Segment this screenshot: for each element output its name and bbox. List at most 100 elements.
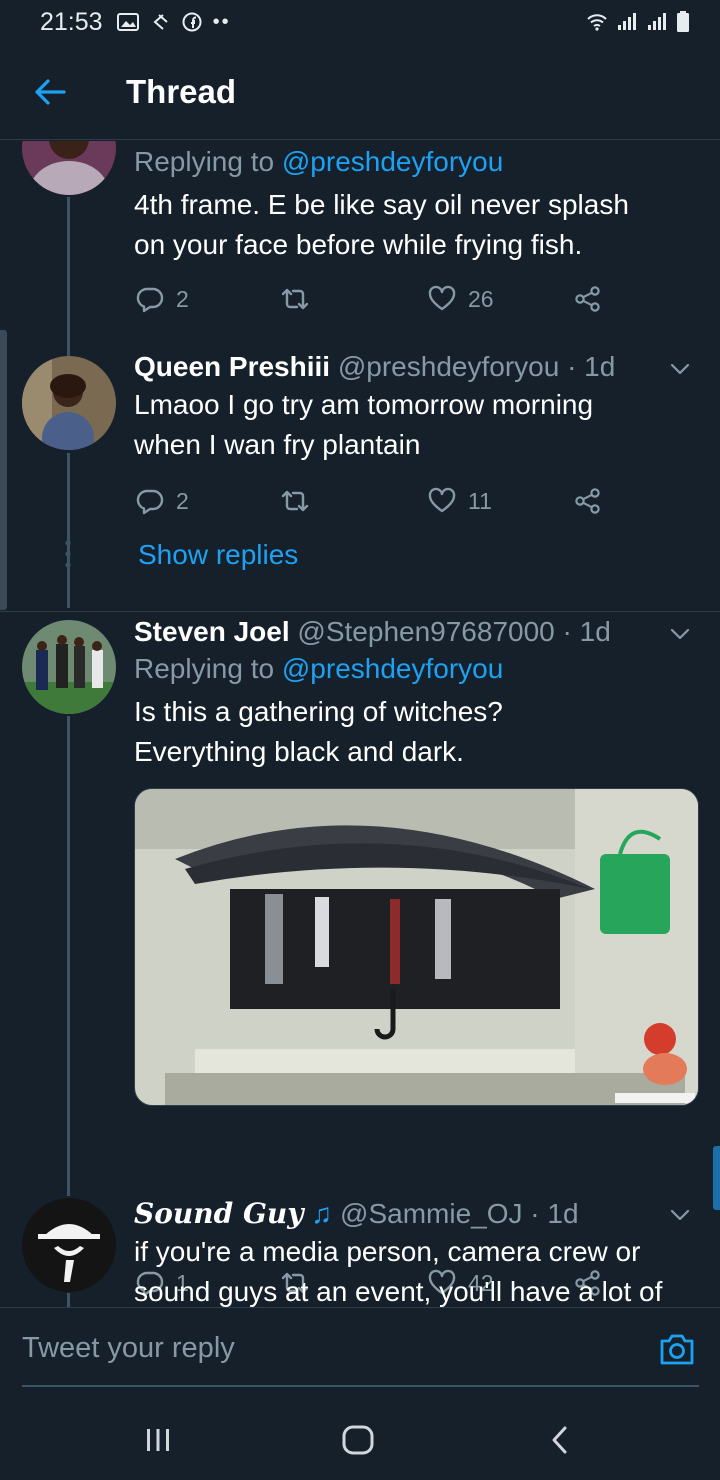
status-right-icons [586, 11, 690, 33]
music-note-icon: ♫ [311, 1198, 333, 1229]
tweet-time: · 1d [562, 616, 611, 647]
retweet-button[interactable] [280, 285, 310, 313]
tweet-text-line: sound guys at an event, you'll have a lo… [134, 1276, 663, 1307]
tweet-meta: Sound Guy ♫ @Sammie_OJ · 1d [134, 1197, 700, 1230]
tweet-actions: 2 26 [134, 279, 634, 319]
tweet-time: · 1d [530, 1198, 579, 1229]
reply-count: 2 [176, 285, 189, 312]
tweet-text: if you're a media person, camera crew or… [134, 1232, 700, 1307]
thread-dots-icon [65, 540, 71, 568]
tweet-text-line: if you're a media person, camera crew or [134, 1236, 641, 1267]
thread-list[interactable]: Replying to @preshdeyforyou 4th frame. E… [0, 141, 720, 1307]
chevron-left-icon [552, 1426, 567, 1454]
tweet-text-line: 4th frame. E be like say oil never splas… [134, 189, 629, 220]
system-nav-bar [0, 1400, 720, 1480]
tweet-3[interactable]: Steven Joel @Stephen97687000 · 1d Replyi… [0, 612, 720, 1297]
back-button[interactable] [22, 64, 78, 120]
replying-to: Replying to @preshdeyforyou [134, 143, 700, 181]
show-replies-link[interactable]: Show replies [138, 539, 298, 571]
author-name[interactable]: Steven Joel [134, 616, 290, 647]
replying-to: Replying to @preshdeyforyou [134, 650, 700, 688]
retweet-button[interactable] [280, 487, 310, 515]
battery-icon [677, 11, 689, 32]
like-button[interactable]: 11 [428, 487, 492, 515]
thread-header: Thread [0, 44, 720, 140]
tweet-2[interactable]: Queen Preshiii @preshdeyforyou · 1d Lmao… [0, 341, 720, 608]
status-time: 21:53 [40, 7, 103, 36]
tweet-text: Is this a gathering of witches? Everythi… [134, 692, 700, 772]
retweet-icon [281, 288, 309, 310]
gallery-icon [116, 13, 139, 31]
share-icon [575, 286, 600, 312]
tweet-image[interactable] [134, 788, 699, 1106]
tweet-actions: 2 11 [134, 481, 634, 521]
avatar[interactable] [22, 1198, 116, 1292]
thread-line [67, 716, 70, 1196]
author-name[interactable]: Sound Guy [134, 1197, 303, 1230]
like-button[interactable]: 26 [428, 285, 494, 313]
author-name[interactable]: Queen Preshiii [134, 351, 330, 382]
reply-button[interactable]: 2 [136, 285, 189, 313]
author-handle[interactable]: @Stephen97687000 [297, 616, 554, 647]
tweet-1[interactable]: Replying to @preshdeyforyou 4th frame. E… [0, 141, 720, 347]
mention-link[interactable]: @preshdeyforyou [282, 146, 503, 177]
tweet-4[interactable]: Sound Guy ♫ @Sammie_OJ · 1d if you're a … [0, 1193, 720, 1307]
camera-icon [660, 1334, 694, 1365]
tweet-time: · 1d [567, 351, 616, 382]
scrollbar-thumb[interactable] [713, 1146, 720, 1210]
retweet-icon [281, 490, 309, 512]
author-handle[interactable]: @Sammie_OJ [340, 1198, 522, 1229]
left-edge-handle[interactable] [0, 330, 7, 610]
facebook-icon [182, 12, 202, 32]
author-handle[interactable]: @preshdeyforyou [338, 351, 559, 382]
wifi-icon [587, 14, 607, 31]
signal-2-icon [648, 13, 666, 30]
tweet-text: 4th frame. E be like say oil never splas… [134, 185, 700, 265]
heart-icon [428, 487, 456, 513]
status-bar: 21:53 •• [0, 0, 720, 44]
tweet-text-line: Is this a gathering of witches? [134, 696, 503, 727]
home-icon [342, 1425, 374, 1455]
reply-input[interactable]: Tweet your reply [22, 1308, 642, 1388]
reply-composer: Tweet your reply [0, 1307, 720, 1387]
chevron-down-icon[interactable] [668, 622, 692, 646]
recent-apps-icon [147, 1429, 169, 1451]
like-count: 26 [468, 285, 494, 312]
share-button[interactable] [574, 487, 602, 515]
reply-prefix: Replying to [134, 653, 275, 684]
avatar[interactable] [22, 620, 116, 714]
tweet-text-line: on your face before while frying fish. [134, 229, 583, 260]
home-button[interactable] [338, 1420, 378, 1460]
tweet-text-line: Lmaoo I go try am tomorrow morning [134, 389, 594, 420]
missed-call-icon [153, 14, 168, 30]
reply-count: 2 [176, 487, 189, 514]
tweet-text-line: Everything black and dark. [134, 736, 464, 767]
status-left-icons: •• [116, 10, 231, 34]
chevron-down-icon[interactable] [668, 357, 692, 381]
signal-icon [618, 13, 636, 30]
thread-line [67, 341, 70, 357]
avatar[interactable] [22, 141, 116, 195]
thread-line [67, 1293, 70, 1307]
page-title: Thread [126, 72, 237, 110]
tweet-meta: Steven Joel @Stephen97687000 · 1d [134, 616, 700, 648]
like-count: 11 [468, 487, 492, 514]
reply-button[interactable]: 2 [136, 487, 189, 515]
more-notifications-icon: •• [212, 10, 231, 33]
thread-line [67, 197, 70, 347]
back-nav-button[interactable] [540, 1420, 580, 1460]
arrow-left-icon [35, 78, 66, 105]
chevron-down-icon[interactable] [668, 1203, 692, 1227]
avatar[interactable] [22, 356, 116, 450]
share-icon [575, 488, 600, 514]
camera-button[interactable] [658, 1330, 696, 1368]
recent-apps-button[interactable] [138, 1420, 178, 1460]
share-button[interactable] [574, 285, 602, 313]
umbrella-photo [135, 789, 698, 1105]
reply-icon [136, 287, 164, 313]
reply-prefix: Replying to [134, 146, 275, 177]
thread-line [67, 453, 70, 608]
reply-underline [22, 1385, 699, 1387]
mention-link[interactable]: @preshdeyforyou [282, 653, 503, 684]
tweet-meta: Queen Preshiii @preshdeyforyou · 1d [134, 351, 700, 383]
